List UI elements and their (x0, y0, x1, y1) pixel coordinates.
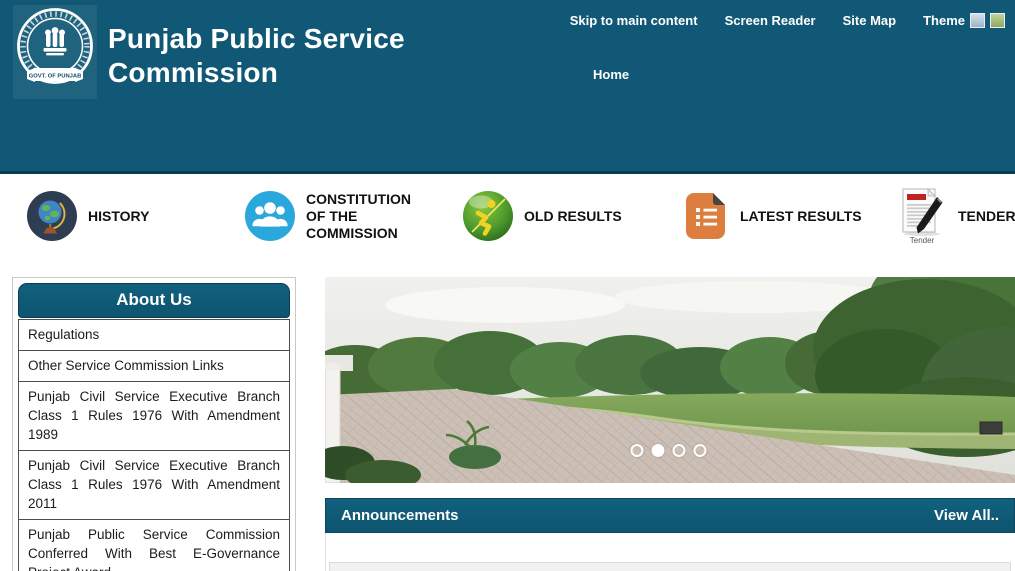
sidebar-item-egovernance-award[interactable]: Punjab Public Service Commission Conferr… (18, 520, 290, 571)
carousel-dot-1[interactable] (630, 444, 643, 457)
quick-link-constitution[interactable]: CONSTITUTION OF THE COMMISSION (245, 185, 424, 247)
sidebar-title: About Us (18, 283, 290, 318)
quick-link-latest-results[interactable]: LATEST RESULTS (683, 185, 862, 247)
theme-switcher: Theme (923, 13, 1005, 28)
carousel-dot-4[interactable] (693, 444, 706, 457)
people-group-icon (245, 191, 295, 241)
page-title: Punjab Public Service Commission (108, 22, 418, 90)
sidebar-item-other-service-commission-links[interactable]: Other Service Commission Links (18, 351, 290, 382)
quick-links-band: HISTORY CONSTITUTION OF THE COMMISSION (0, 177, 1015, 272)
nav-home-link[interactable]: Home (593, 67, 629, 82)
theme-swatch-blue[interactable] (970, 13, 985, 28)
quick-link-label: TENDER (958, 208, 1015, 225)
theme-label: Theme (923, 13, 965, 28)
announcements-title: Announcements (341, 507, 459, 524)
quick-link-label: CONSTITUTION OF THE COMMISSION (306, 191, 424, 242)
quick-link-label: LATEST RESULTS (740, 208, 862, 225)
green-sphere-emblem-icon (463, 191, 513, 241)
quick-link-old-results[interactable]: OLD RESULTS (463, 185, 622, 247)
emblem-logo-icon: GOVT. OF PUNJAB (15, 6, 95, 98)
about-us-sidebar: About Us Regulations Other Service Commi… (12, 277, 296, 571)
accessibility-nav: Skip to main content Screen Reader Site … (570, 13, 1005, 28)
globe-icon (27, 191, 77, 241)
tender-icon-caption: Tender (910, 236, 934, 245)
view-all-link[interactable]: View All.. (934, 507, 999, 524)
pppsc-homepage: GOVT. OF PUNJAB Punjab Public Service Co… (0, 0, 1015, 571)
homepage-carousel (325, 277, 1015, 483)
skip-to-main-content-link[interactable]: Skip to main content (570, 13, 698, 28)
sidebar-item-regulations[interactable]: Regulations (18, 320, 290, 351)
quick-link-label: HISTORY (88, 208, 149, 225)
carousel-dots (630, 444, 706, 457)
logo-ribbon-text: GOVT. OF PUNJAB (29, 73, 82, 79)
quick-link-label: OLD RESULTS (524, 208, 622, 225)
quick-link-history[interactable]: HISTORY (27, 185, 149, 247)
announcements-header-bar: Announcements View All.. (325, 498, 1015, 533)
tender-icon-wrap: Tender (897, 187, 947, 245)
theme-swatch-green[interactable] (990, 13, 1005, 28)
announcement-row[interactable] (329, 562, 1011, 571)
govt-of-punjab-emblem-logo[interactable]: GOVT. OF PUNJAB (13, 5, 97, 99)
carousel-dot-3[interactable] (672, 444, 685, 457)
site-header: GOVT. OF PUNJAB Punjab Public Service Co… (0, 0, 1015, 174)
orange-list-document-icon (683, 191, 729, 241)
screen-reader-link[interactable]: Screen Reader (725, 13, 816, 28)
carousel-dot-2-active[interactable] (651, 444, 664, 457)
sidebar-item-rules-1976-amendment-2011[interactable]: Punjab Civil Service Executive Branch Cl… (18, 451, 290, 520)
sidebar-list: Regulations Other Service Commission Lin… (18, 319, 290, 571)
document-pen-icon (897, 187, 947, 237)
quick-link-tender[interactable]: Tender TENDER (897, 185, 1015, 247)
sidebar-item-rules-1976-amendment-1989[interactable]: Punjab Civil Service Executive Branch Cl… (18, 382, 290, 451)
site-map-link[interactable]: Site Map (843, 13, 896, 28)
